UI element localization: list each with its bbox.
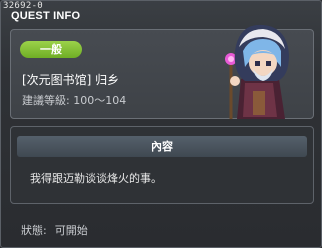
content-text: 我得跟迈勒谈谈烽火的事。 bbox=[30, 172, 162, 185]
quest-info-window: 32692-0 QUEST INFO 一般 [次元图书馆] 归乡 建議等級: 1… bbox=[0, 0, 322, 248]
status-label: 狀態: bbox=[21, 224, 47, 237]
npc-portrait-icon bbox=[225, 24, 289, 119]
quest-content-panel: 內容 我得跟迈勒谈谈烽火的事。 bbox=[10, 126, 314, 204]
level-requirement: 建議等級: 100〜104 bbox=[22, 94, 127, 107]
quest-name: [次元图书馆] 归乡 bbox=[22, 73, 120, 87]
quest-status: 狀態: 可開始 bbox=[21, 222, 96, 238]
window-title: QUEST INFO bbox=[11, 10, 81, 22]
content-header: 內容 bbox=[17, 136, 307, 157]
difficulty-badge: 一般 bbox=[20, 41, 82, 58]
status-value: 可開始 bbox=[54, 224, 88, 237]
